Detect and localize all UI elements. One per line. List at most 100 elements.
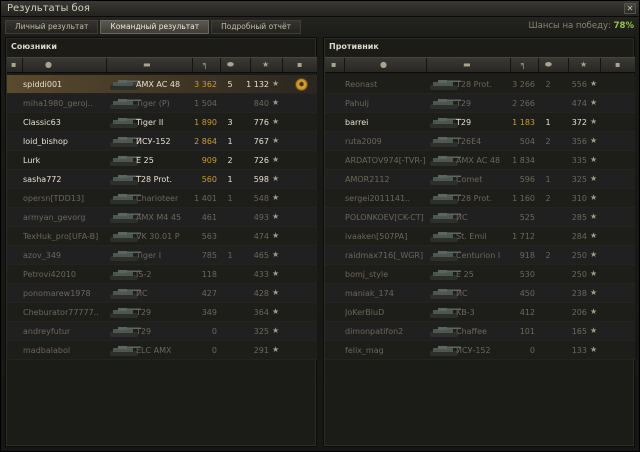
table-row[interactable]: JoKerBluD KB-3 412 206 ★: [325, 303, 635, 322]
table-row[interactable]: madbalabol ELC AMX 0 291 ★: [7, 341, 317, 360]
xp-star-icon: ★: [590, 155, 598, 164]
vehicle-name: AMX AC 48: [456, 156, 501, 165]
damage-value: 1 712: [512, 232, 535, 241]
player-name: ivaaken[507PA]: [345, 232, 408, 241]
player-name: armyan_gevorg: [23, 213, 86, 222]
table-row[interactable]: sergei2011141.. T28 Prot. 1 160 2 310 ★: [325, 189, 635, 208]
xp-column[interactable]: ★: [251, 58, 283, 72]
table-row[interactable]: POLONKOEV[CK-CT] ИС 525 285 ★: [325, 208, 635, 227]
xp-star-icon: ★: [590, 193, 598, 202]
allies-list: spiddi001 AMX AC 48 3 362 5 1 132 ★ ✹ miha1980_…: [7, 75, 317, 360]
xp-star-icon: ★: [272, 79, 280, 88]
damage-value: 461: [201, 213, 217, 222]
vehicle-column[interactable]: ▬: [107, 58, 193, 72]
damage-value: 1 504: [194, 99, 217, 108]
table-row[interactable]: ruta2009 T26E4 504 2 356 ★: [325, 132, 635, 151]
xp-value: 556: [571, 80, 587, 89]
table-row[interactable]: Reonast T28 Prot. 3 266 2 556 ★: [325, 75, 635, 94]
table-row[interactable]: Cheburator77777.. T29 349 364 ★: [7, 303, 317, 322]
table-row[interactable]: opersn[TDD13] Charioteer 1 401 1 548 ★: [7, 189, 317, 208]
player-name: spiddi001: [23, 80, 63, 89]
xp-star-icon: ★: [272, 326, 280, 335]
kills-icon: ⬬: [545, 60, 552, 69]
table-row[interactable]: TexHuk_pro[UFA-B] VK 30.01 P 563 474 ★: [7, 227, 317, 246]
kills-value: 1: [227, 137, 233, 146]
xp-value: 133: [571, 346, 587, 355]
xp-star-icon: ★: [590, 136, 598, 145]
xp-value: 840: [253, 99, 269, 108]
table-row[interactable]: dimonpatifon2 Chaffee 101 165 ★: [325, 322, 635, 341]
xp-star-icon: ★: [590, 117, 598, 126]
player-name: Pahulj: [345, 99, 369, 108]
damage-column[interactable]: ╕: [511, 58, 539, 72]
xp-value: 165: [571, 327, 587, 336]
kills-value: 1: [227, 251, 233, 260]
kills-column[interactable]: ⬬: [221, 58, 251, 72]
squad-column[interactable]: ▪: [7, 58, 23, 72]
table-row[interactable]: ivaaken[507PA] St. Emil 1 712 284 ★: [325, 227, 635, 246]
table-row[interactable]: maniak_174 ИС 450 238 ★: [325, 284, 635, 303]
close-button[interactable]: ✕: [624, 3, 636, 14]
vehicle-name: T28 Prot.: [136, 175, 172, 184]
xp-star-icon: ★: [272, 193, 280, 202]
vehicle-name: ELC AMX: [136, 346, 172, 355]
table-row[interactable]: armyan_gevorg AMX M4 45 461 493 ★: [7, 208, 317, 227]
table-row[interactable]: spiddi001 AMX AC 48 3 362 5 1 132 ★ ✹: [7, 75, 317, 94]
table-row[interactable]: Petrovi42010 IS-2 118 433 ★: [7, 265, 317, 284]
xp-value: 433: [253, 270, 269, 279]
damage-value: 1 890: [194, 118, 217, 127]
table-row[interactable]: loid_bishop ИСУ-152 2 864 1 767 ★: [7, 132, 317, 151]
vehicle-name: E 25: [136, 156, 154, 165]
table-row[interactable]: AMOR2112 Comet 596 1 325 ★: [325, 170, 635, 189]
player-name: Classic63: [23, 118, 61, 127]
player-name: barrei: [345, 118, 369, 127]
table-row[interactable]: Pahulj T29 2 266 474 ★: [325, 94, 635, 113]
damage-column[interactable]: ╕: [193, 58, 221, 72]
xp-star-icon: ★: [272, 250, 280, 259]
player-column[interactable]: ●: [345, 58, 427, 72]
table-row[interactable]: bomj_style E 25 530 250 ★: [325, 265, 635, 284]
table-row[interactable]: raidmax716[_WGR] Centurion I 918 2 250 ★: [325, 246, 635, 265]
xp-star-icon: ★: [262, 60, 270, 69]
xp-value: 310: [571, 194, 587, 203]
xp-value: 356: [571, 137, 587, 146]
table-row[interactable]: ponomarew1978 ИС 427 428 ★: [7, 284, 317, 303]
table-row[interactable]: Classic63 Tiger II 1 890 3 776 ★: [7, 113, 317, 132]
damage-value: 1 834: [512, 156, 535, 165]
player-name: felix_mag: [345, 346, 384, 355]
xp-value: 726: [253, 156, 269, 165]
table-row[interactable]: barrei T29 1 183 1 372 ★: [325, 113, 635, 132]
xp-value: 325: [571, 175, 587, 184]
kills-value: 2: [227, 156, 233, 165]
vehicle-name: Centurion I: [456, 251, 501, 260]
xp-column[interactable]: ★: [569, 58, 601, 72]
xp-star-icon: ★: [272, 345, 280, 354]
kills-column[interactable]: ⬬: [539, 58, 569, 72]
player-column[interactable]: ●: [23, 58, 107, 72]
table-row[interactable]: azov_349 Tiger I 785 1 465 ★: [7, 246, 317, 265]
squad-column[interactable]: ▪: [325, 58, 345, 72]
damage-value: 560: [201, 175, 217, 184]
xp-value: 238: [571, 289, 587, 298]
table-row[interactable]: Lurk E 25 909 2 726 ★: [7, 151, 317, 170]
table-row[interactable]: miha1980_geroj.. Tiger (P) 1 504 840 ★: [7, 94, 317, 113]
tab-team-result[interactable]: Командный результат: [100, 20, 210, 34]
win-chance-label: Шансы на победу:: [528, 21, 611, 31]
tab-detailed-report[interactable]: Подробный отчёт: [211, 20, 301, 34]
damage-value: 785: [201, 251, 217, 260]
vehicle-name: Comet: [456, 175, 483, 184]
xp-star-icon: ★: [590, 307, 598, 316]
vehicle-name: T29: [456, 99, 472, 108]
tab-personal-result[interactable]: Личный результат: [5, 20, 99, 34]
damage-value: 2 864: [194, 137, 217, 146]
table-row[interactable]: sasha772 T28 Prot. 560 1 598 ★: [7, 170, 317, 189]
medals-column[interactable]: ▪: [283, 58, 317, 72]
medal-icon[interactable]: ✹: [295, 78, 308, 91]
xp-star-icon: ★: [580, 60, 588, 69]
table-row[interactable]: felix_mag ИСУ-152 0 133 ★: [325, 341, 635, 360]
vehicle-column[interactable]: ▬: [427, 58, 511, 72]
medals-column[interactable]: ▪: [601, 58, 635, 72]
table-row[interactable]: andreyfutur T29 0 325 ★: [7, 322, 317, 341]
table-row[interactable]: ARDATOV974[-TVR-] AMX AC 48 1 834 335 ★: [325, 151, 635, 170]
damage-value: 0: [211, 346, 217, 355]
